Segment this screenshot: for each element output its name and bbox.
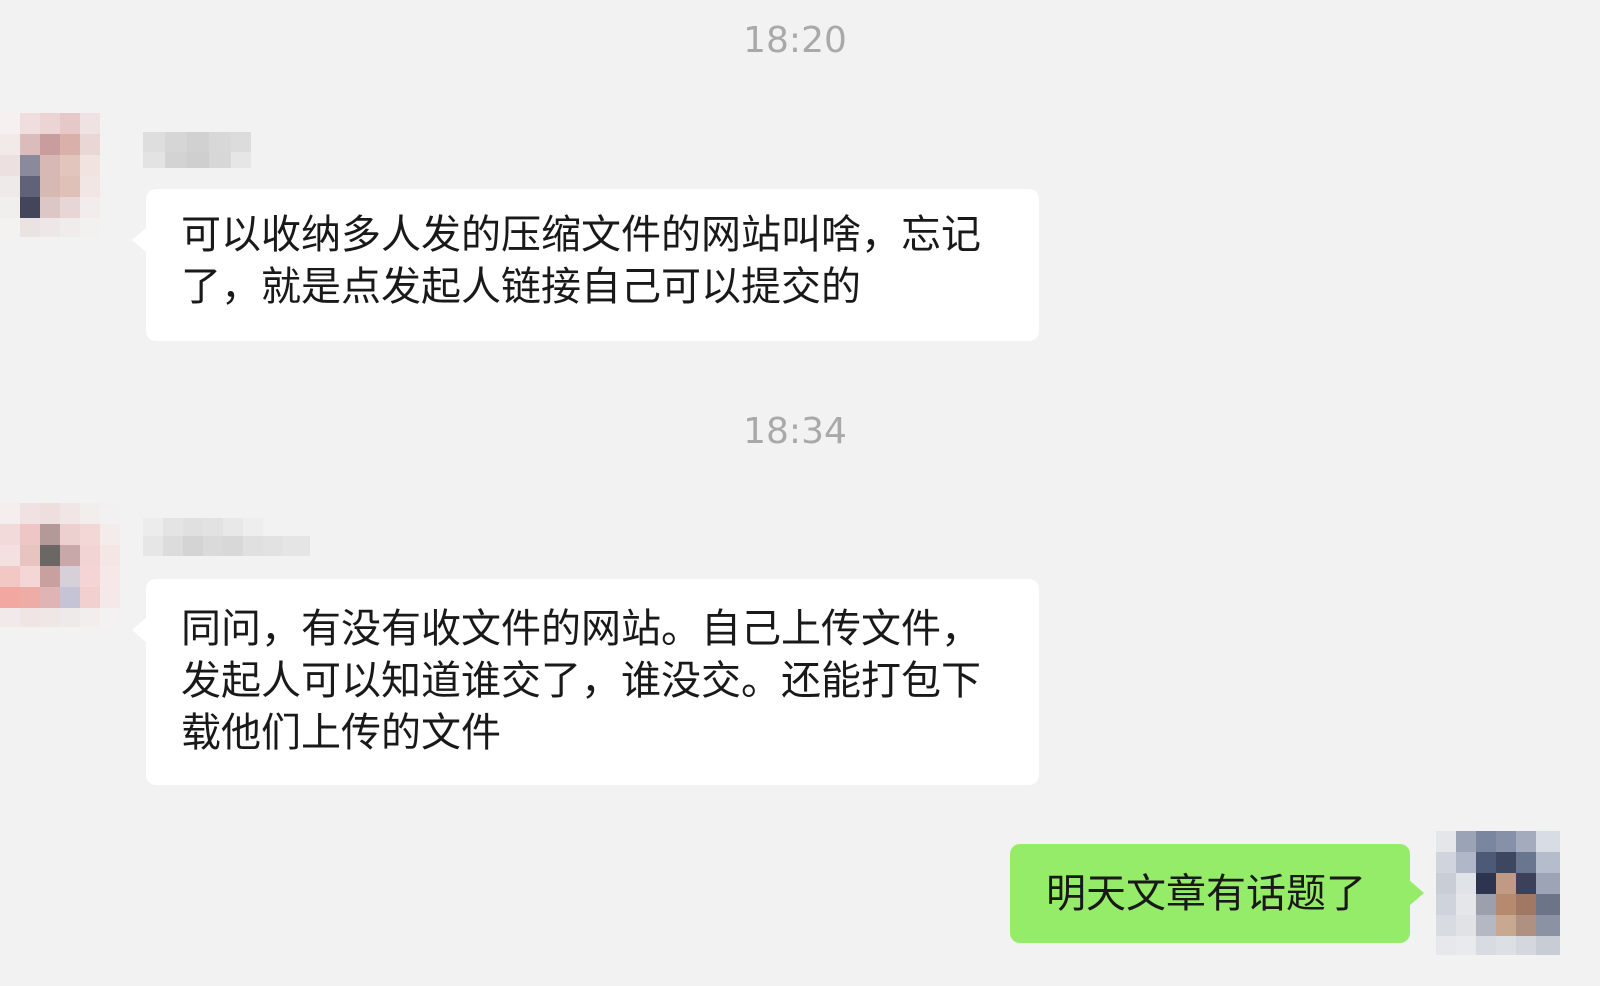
sender-name-blurred xyxy=(143,128,253,168)
message-text: 同问，有没有收文件的网站。自己上传文件，发起人可以知道谁交了，谁没交。还能打包下… xyxy=(181,606,981,756)
outgoing-message-bubble[interactable]: 明天文章有话题了 xyxy=(1010,844,1424,943)
bubble-tail xyxy=(1409,880,1424,906)
timestamp: 18:34 xyxy=(743,411,847,452)
contact-avatar[interactable] xyxy=(0,113,120,237)
message-text: 可以收纳多人发的压缩文件的网站叫啥，忘记了，就是点发起人链接自己可以提交的 xyxy=(181,212,981,310)
sender-name-blurred xyxy=(143,516,313,556)
bubble-tail xyxy=(132,617,147,643)
incoming-message-bubble[interactable]: 同问，有没有收文件的网站。自己上传文件，发起人可以知道谁交了，谁没交。还能打包下… xyxy=(132,579,1039,785)
message-text: 明天文章有话题了 xyxy=(1046,871,1366,917)
self-avatar[interactable] xyxy=(1436,831,1560,955)
incoming-message-bubble[interactable]: 可以收纳多人发的压缩文件的网站叫啥，忘记了，就是点发起人链接自己可以提交的 xyxy=(132,189,1039,341)
contact-avatar[interactable] xyxy=(0,503,120,627)
timestamp: 18:20 xyxy=(743,20,847,61)
bubble-tail xyxy=(132,227,147,253)
